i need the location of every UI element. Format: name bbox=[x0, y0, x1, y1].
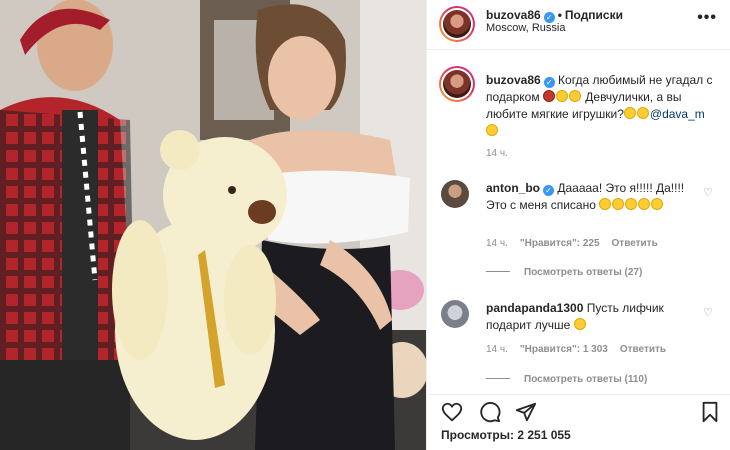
share-icon[interactable] bbox=[515, 401, 537, 423]
post-header: buzova86 ✓ • Подписки Moscow, Russia ••• bbox=[427, 0, 730, 50]
reply-button[interactable]: Ответить bbox=[620, 344, 666, 355]
author-line: buzova86 ✓ • Подписки bbox=[486, 8, 623, 23]
laugh-emoji-icon bbox=[599, 198, 612, 210]
wink-emoji-icon bbox=[623, 107, 636, 119]
replies-line bbox=[486, 378, 510, 379]
laugh-emoji-icon bbox=[612, 198, 625, 210]
view-replies-label: Посмотреть ответы (27) bbox=[524, 267, 643, 278]
post-sidebar: buzova86 ✓ • Подписки Moscow, Russia ••• bu… bbox=[426, 0, 730, 450]
view-replies-button[interactable]: Посмотреть ответы (110) bbox=[486, 374, 647, 385]
views-count[interactable]: Просмотры: 2 251 055 bbox=[441, 428, 571, 442]
laugh-emoji-icon bbox=[625, 198, 638, 210]
verified-icon: ✓ bbox=[543, 185, 554, 196]
separator-dot: • bbox=[557, 8, 562, 22]
comment-likes[interactable]: "Нравится": 1 303 bbox=[520, 344, 608, 355]
view-replies-button[interactable]: Посмотреть ответы (27) bbox=[486, 267, 642, 278]
laugh-emoji-icon bbox=[638, 198, 651, 210]
caption-username[interactable]: buzova86 bbox=[486, 73, 541, 87]
caption-avatar[interactable] bbox=[439, 66, 475, 102]
comment-username[interactable]: pandapanda1300 bbox=[486, 301, 583, 315]
commenter-avatar[interactable] bbox=[441, 180, 469, 208]
heart-icon[interactable] bbox=[441, 401, 463, 423]
comment-time[interactable]: 14 ч. bbox=[486, 238, 508, 249]
following-button[interactable]: Подписки bbox=[565, 8, 623, 22]
post-photo bbox=[0, 0, 426, 450]
caption-time[interactable]: 14 ч. bbox=[486, 148, 508, 159]
caption-text: buzova86 ✓ Когда любимый не угадал с пода… bbox=[486, 72, 721, 140]
view-replies-label: Посмотреть ответы (110) bbox=[524, 374, 648, 385]
action-bar bbox=[427, 394, 730, 424]
comment-meta: 14 ч. "Нравится": 225 Ответить bbox=[486, 238, 670, 249]
replies-line bbox=[486, 271, 510, 272]
post-media[interactable] bbox=[0, 0, 426, 450]
laugh-emoji-icon bbox=[568, 90, 581, 102]
author-username[interactable]: buzova86 bbox=[486, 8, 541, 22]
reply-button[interactable]: Ответить bbox=[612, 238, 658, 249]
devil-emoji-icon bbox=[542, 90, 555, 102]
teddy-emoji-icon bbox=[486, 124, 498, 136]
laugh-emoji-icon bbox=[651, 198, 664, 210]
comment-like-icon[interactable]: ♡ bbox=[703, 186, 713, 199]
comment-text: pandapanda1300 Пусть лифчик подарит лучш… bbox=[486, 300, 701, 334]
verified-icon: ✓ bbox=[543, 77, 555, 88]
author-avatar[interactable] bbox=[439, 6, 475, 42]
unicorn-emoji-icon bbox=[636, 107, 649, 119]
post-location[interactable]: Moscow, Russia bbox=[486, 22, 565, 34]
comment-icon[interactable] bbox=[479, 401, 501, 423]
laugh-emoji-icon bbox=[573, 318, 586, 330]
comment-username[interactable]: anton_bo bbox=[486, 181, 540, 195]
comment-time[interactable]: 14 ч. bbox=[486, 344, 508, 355]
comment-text: anton_bo ✓ Дааааа! Это я!!!!! Да!!!! Это … bbox=[486, 180, 701, 214]
commenter-avatar[interactable] bbox=[441, 300, 469, 328]
bookmark-icon[interactable] bbox=[699, 401, 721, 423]
more-icon[interactable]: ••• bbox=[697, 9, 717, 27]
comment-likes[interactable]: "Нравится": 225 bbox=[520, 238, 600, 249]
comment-meta: 14 ч. "Нравится": 1 303 Ответить bbox=[486, 344, 678, 355]
comment-like-icon[interactable]: ♡ bbox=[703, 306, 713, 319]
grin-emoji-icon bbox=[555, 90, 568, 102]
caption-mention[interactable]: @dava_m bbox=[650, 107, 705, 121]
